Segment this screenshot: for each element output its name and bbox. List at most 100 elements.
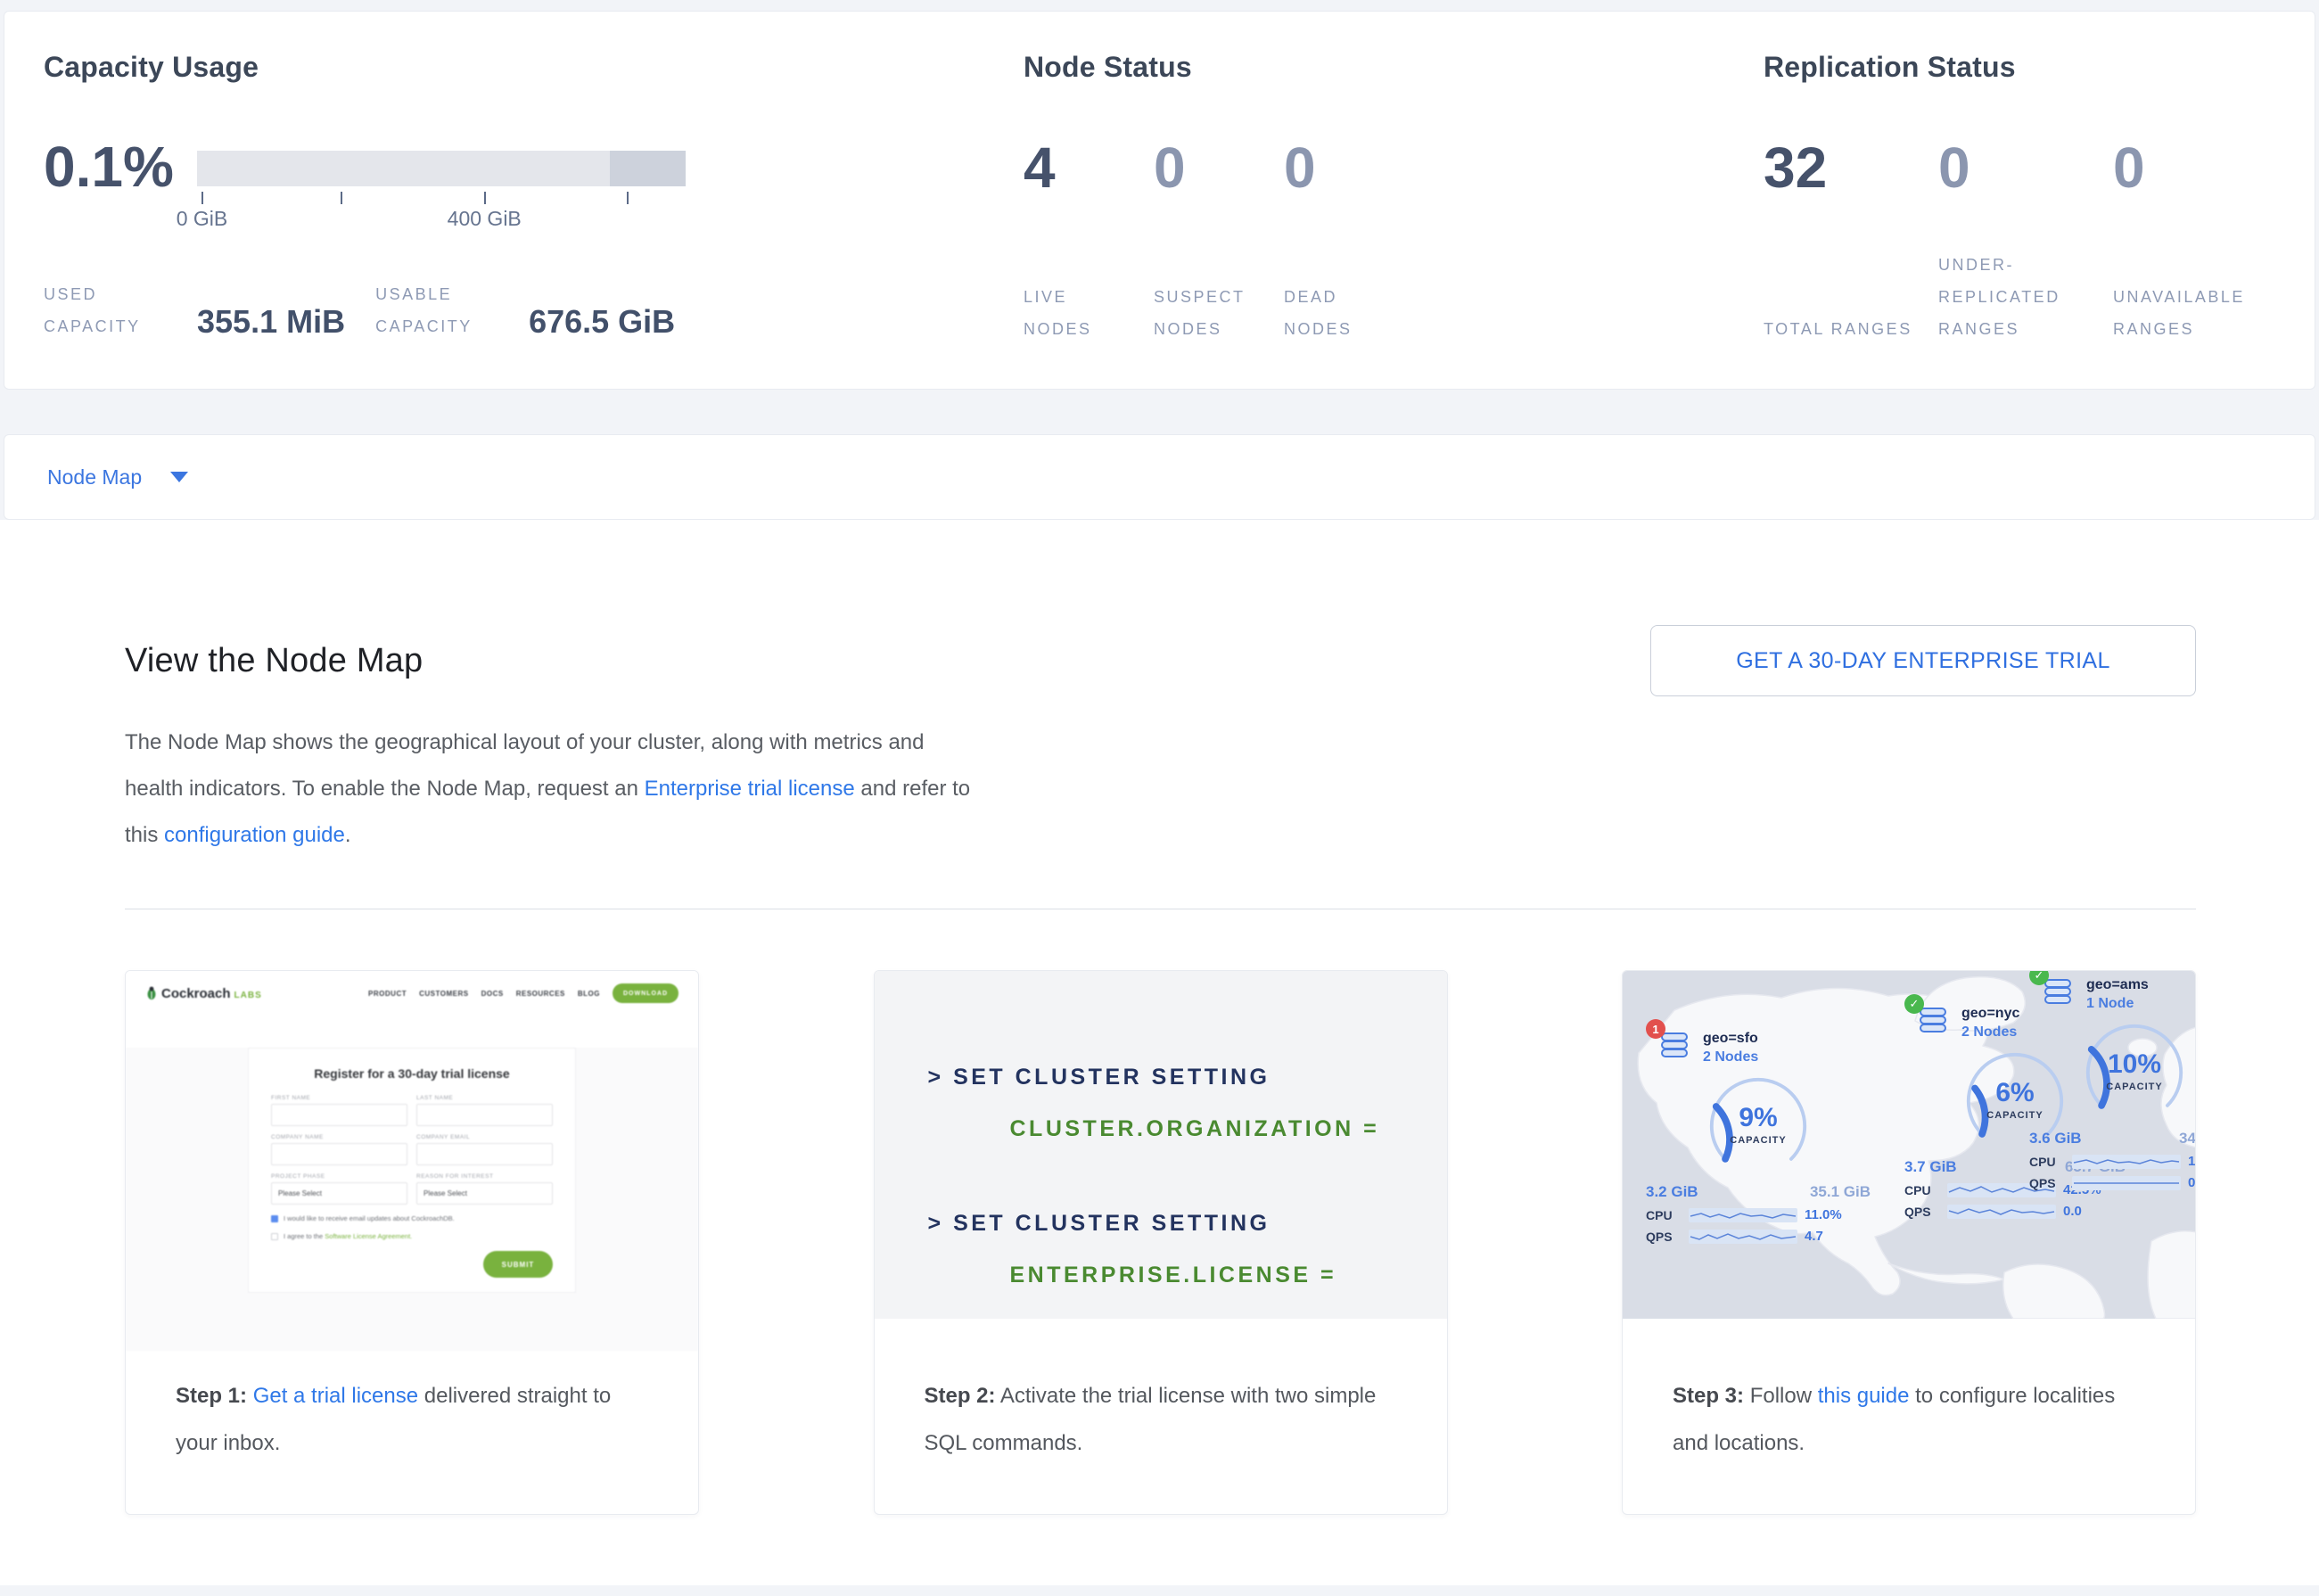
cpu-sparkline bbox=[2072, 1155, 2181, 1169]
site-nav: Cockroach LABS PRODUCT CUSTOMERS DOCS RE… bbox=[126, 971, 698, 1016]
step2-prefix: Step 2: bbox=[925, 1384, 996, 1408]
email-updates-checkbox bbox=[271, 1215, 278, 1222]
view-selector-dropdown[interactable]: Node Map bbox=[4, 434, 2315, 520]
software-license-agreement-link: Software License Agreement. bbox=[325, 1232, 412, 1240]
live-nodes-label: LIVE NODES bbox=[1024, 247, 1154, 345]
cockroach-bug-icon bbox=[145, 986, 158, 1000]
site-nav-customers: CUSTOMERS bbox=[419, 990, 468, 998]
form-title: Register for a 30-day trial license bbox=[271, 1066, 553, 1081]
this-guide-link[interactable]: this guide bbox=[1818, 1384, 1910, 1408]
locality-name: geo=ams bbox=[2086, 976, 2149, 994]
capacity-bar-segment bbox=[610, 151, 686, 186]
cpu-value: 12.3% bbox=[2188, 1154, 2195, 1169]
capacity-bar-track bbox=[197, 151, 686, 186]
sql-terminal-thumbnail: > SET CLUSTER SETTING CLUSTER.ORGANIZATI… bbox=[875, 971, 1447, 1319]
last-name-input bbox=[416, 1104, 553, 1126]
tick-0gib bbox=[201, 192, 203, 204]
unavailable-ranges-value: 0 bbox=[2113, 133, 2288, 202]
cpu-label: CPU bbox=[1904, 1183, 1940, 1197]
step3-text-pre: Follow bbox=[1750, 1384, 1812, 1408]
dead-nodes-stat: 0 DEAD NODES bbox=[1284, 133, 1414, 345]
locality-geo-ams: ✓ geo=ams 1 Node bbox=[2029, 976, 2195, 1190]
tick-600gib bbox=[627, 192, 629, 204]
get-trial-license-link[interactable]: Get a trial license bbox=[253, 1384, 418, 1408]
used-capacity-value: 355.1 MiB bbox=[197, 303, 345, 342]
step1-prefix: Step 1: bbox=[176, 1384, 247, 1408]
brand-text: Cockroach bbox=[161, 986, 231, 1001]
suspect-nodes-label: SUSPECT NODES bbox=[1154, 247, 1284, 345]
qps-label: QPS bbox=[2029, 1176, 2065, 1190]
site-nav-product: PRODUCT bbox=[368, 990, 407, 998]
cockroach-labs-logo: Cockroach LABS bbox=[145, 986, 262, 1001]
error-badge: 1 bbox=[1646, 1019, 1665, 1039]
license-agreement-text: I agree to the Software License Agreemen… bbox=[284, 1232, 412, 1240]
used-capacity: 3.6 GiB bbox=[2029, 1130, 2082, 1148]
capacity-percent: 0.1% bbox=[44, 133, 197, 201]
capacity-label: CAPACITY bbox=[1706, 1135, 1810, 1146]
capacity-gauge: 10% CAPACITY bbox=[2083, 1021, 2186, 1124]
used-capacity-label: USED CAPACITY bbox=[44, 278, 197, 342]
total-ranges-stat: 32 TOTAL RANGES bbox=[1764, 133, 1938, 345]
node-map-description: The Node Map shows the geographical layo… bbox=[125, 720, 981, 859]
enterprise-trial-button[interactable]: GET A 30-DAY ENTERPRISE TRIAL bbox=[1650, 625, 2196, 696]
tick-400gib bbox=[484, 192, 486, 204]
site-nav-resources: RESOURCES bbox=[516, 990, 565, 998]
enterprise-trial-license-link[interactable]: Enterprise trial license bbox=[645, 777, 855, 801]
under-replicated-ranges-stat: 0 UNDER-REPLICATED RANGES bbox=[1938, 133, 2113, 345]
step2-card: > SET CLUSTER SETTING CLUSTER.ORGANIZATI… bbox=[874, 970, 1448, 1515]
trial-license-site-thumbnail: Cockroach LABS PRODUCT CUSTOMERS DOCS RE… bbox=[126, 971, 698, 1319]
node-status-section: Node Status 4 LIVE NODES 0 SUSPECT NODES… bbox=[1024, 12, 1764, 389]
qps-label: QPS bbox=[1646, 1230, 1682, 1244]
replication-status-title: Replication Status bbox=[1764, 51, 2315, 85]
chevron-down-icon bbox=[170, 472, 188, 482]
company-email-input bbox=[416, 1143, 553, 1165]
node-map-thumbnail: 1 geo=sfo 2 Nodes bbox=[1623, 971, 2195, 1319]
locality-node-count: 2 Nodes bbox=[1703, 1048, 1758, 1067]
site-nav-blog: BLOG bbox=[578, 990, 600, 998]
step3-card: 1 geo=sfo 2 Nodes bbox=[1622, 970, 2196, 1515]
step3-caption: Step 3: Follow this guide to configure l… bbox=[1623, 1319, 2195, 1467]
trial-registration-form: Register for a 30-day trial license FIRS… bbox=[248, 1048, 576, 1293]
tick-label-400gib: 400 GiB bbox=[448, 207, 522, 231]
reason-label: REASON FOR INTEREST bbox=[416, 1173, 553, 1180]
cpu-label: CPU bbox=[1646, 1208, 1682, 1222]
healthy-badge: ✓ bbox=[1904, 994, 1924, 1014]
site-body: Register for a 30-day trial license FIRS… bbox=[126, 1048, 698, 1351]
license-agreement-checkbox bbox=[271, 1233, 278, 1240]
used-capacity: 3.7 GiB bbox=[1904, 1158, 1957, 1176]
dead-nodes-value: 0 bbox=[1284, 133, 1414, 202]
replication-status-section: Replication Status 32 TOTAL RANGES 0 UND… bbox=[1764, 12, 2315, 389]
company-email-label: COMPANY EMAIL bbox=[416, 1134, 553, 1140]
capacity-axis-ticks bbox=[197, 190, 686, 205]
email-updates-text: I would like to receive email updates ab… bbox=[284, 1214, 455, 1222]
capacity-label: CAPACITY bbox=[2083, 1082, 2186, 1092]
qps-sparkline bbox=[1947, 1205, 2056, 1219]
live-nodes-value: 4 bbox=[1024, 133, 1154, 202]
total-capacity: 34.4 GiB bbox=[2179, 1130, 2195, 1148]
cpu-sparkline bbox=[1689, 1208, 1797, 1222]
project-phase-select: Please Select bbox=[271, 1182, 407, 1205]
tick-200gib bbox=[341, 192, 342, 204]
cluster-summary-panel: Capacity Usage 0.1% 0 GiB 400 GiB bbox=[4, 11, 2315, 390]
site-nav-docs: DOCS bbox=[481, 990, 504, 998]
prompt-icon: > bbox=[928, 1065, 944, 1090]
view-selector-label[interactable]: Node Map bbox=[47, 465, 142, 489]
total-ranges-value: 32 bbox=[1764, 133, 1938, 202]
tick-label-0gib: 0 GiB bbox=[177, 207, 228, 231]
qps-sparkline bbox=[2072, 1176, 2181, 1190]
node-map-promo-section: View the Node Map GET A 30-DAY ENTERPRIS… bbox=[0, 520, 2319, 1585]
under-replicated-ranges-value: 0 bbox=[1938, 133, 2113, 202]
company-name-input bbox=[271, 1143, 407, 1165]
sql-command-2-arg: ENTERPRISE.LICENSE = bbox=[928, 1260, 1447, 1290]
suspect-nodes-stat: 0 SUSPECT NODES bbox=[1154, 133, 1284, 345]
locality-geo-sfo: 1 geo=sfo 2 Nodes bbox=[1646, 1030, 1871, 1244]
configuration-guide-link[interactable]: configuration guide bbox=[164, 823, 345, 847]
capacity-usage-section: Capacity Usage 0.1% 0 GiB 400 GiB bbox=[4, 12, 1024, 389]
qps-label: QPS bbox=[1904, 1205, 1940, 1219]
last-name-label: LAST NAME bbox=[416, 1095, 553, 1101]
live-nodes-stat: 4 LIVE NODES bbox=[1024, 133, 1154, 345]
qps-value: 0.0 bbox=[2063, 1204, 2082, 1219]
total-ranges-label: TOTAL RANGES bbox=[1764, 247, 1938, 345]
step1-card: Cockroach LABS PRODUCT CUSTOMERS DOCS RE… bbox=[125, 970, 699, 1515]
sql-command-2-text: SET CLUSTER SETTING bbox=[953, 1211, 1270, 1236]
